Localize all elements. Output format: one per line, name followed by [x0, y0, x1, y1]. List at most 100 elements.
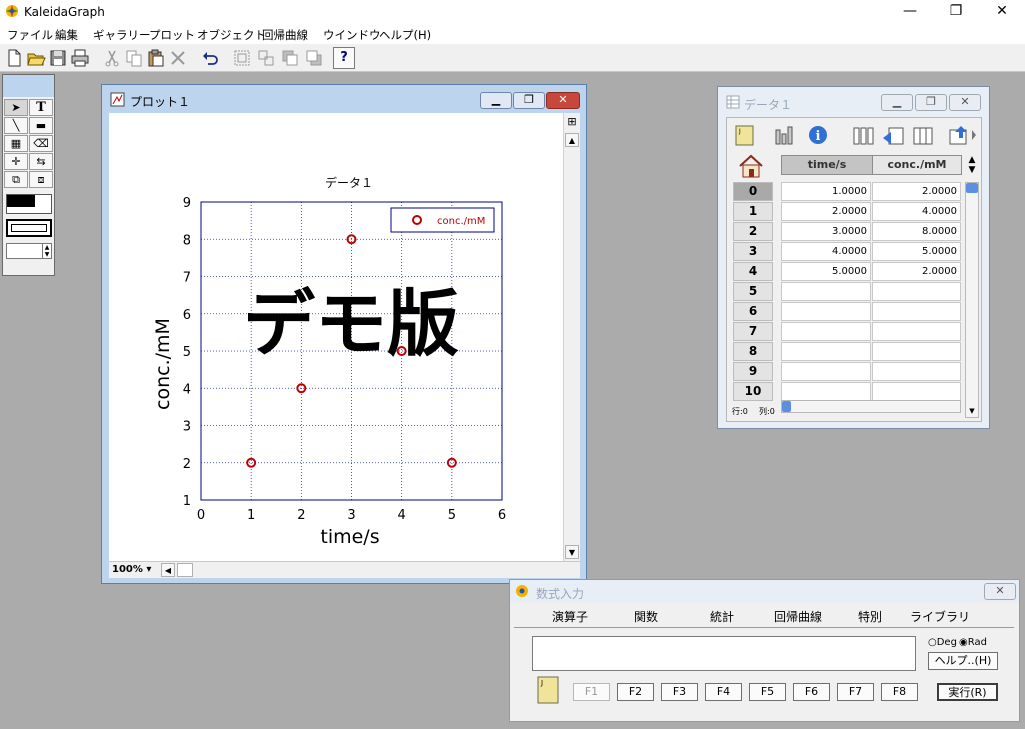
minimize-button[interactable]: —	[887, 0, 933, 24]
text-tool-icon[interactable]: T	[29, 99, 53, 116]
tab-library[interactable]: ライブラリ	[910, 608, 970, 625]
radio-rad[interactable]: ◉Rad	[959, 637, 987, 648]
eraser-tool-icon[interactable]: ⌫	[29, 135, 53, 152]
notepad-icon[interactable]: J	[735, 124, 755, 146]
f4-button[interactable]: F4	[705, 683, 742, 701]
shrink-tool-icon[interactable]: ⧈	[29, 171, 53, 188]
cut-icon[interactable]	[101, 47, 123, 69]
row-index[interactable]: 5	[733, 282, 773, 301]
menu-gallery[interactable]: ギャラリー	[93, 27, 151, 43]
cell-conc[interactable]	[872, 322, 961, 341]
data-selector-tool-icon[interactable]: ⇆	[29, 153, 53, 170]
f3-button[interactable]: F3	[661, 683, 698, 701]
plot-canvas[interactable]: データ１ 0123456 123456789 time/s conc./mM c…	[109, 113, 563, 561]
row-index[interactable]: 0	[733, 182, 773, 201]
scroll-down-arrow[interactable]: ▼	[565, 545, 579, 559]
cell-conc[interactable]	[872, 342, 961, 361]
new-file-icon[interactable]	[3, 47, 25, 69]
cell-time[interactable]	[781, 382, 871, 401]
data-point[interactable]	[246, 457, 257, 468]
tab-functions[interactable]: 関数	[634, 608, 658, 625]
formula-help-button[interactable]: ヘルプ..(H)	[928, 652, 998, 670]
info-icon[interactable]: i	[807, 124, 829, 146]
row-index[interactable]: 3	[733, 242, 773, 261]
expand-tool-icon[interactable]: ⧉	[4, 171, 28, 188]
row-index[interactable]: 7	[733, 322, 773, 341]
cell-time[interactable]: 1.0000	[781, 182, 871, 201]
color-swatch[interactable]	[6, 194, 52, 214]
data-vertical-scrollbar[interactable]: ▼	[965, 182, 979, 418]
help-button[interactable]: ?	[333, 47, 355, 69]
f8-button[interactable]: F8	[881, 683, 918, 701]
data-close-button[interactable]: ✕	[949, 94, 981, 111]
scroll-thumb[interactable]	[177, 563, 193, 577]
menu-curve-fit[interactable]: 回帰曲線	[262, 27, 308, 43]
f6-button[interactable]: F6	[793, 683, 830, 701]
row-index[interactable]: 4	[733, 262, 773, 281]
scroll-up-arrow[interactable]: ▲	[565, 133, 579, 147]
row-index[interactable]: 8	[733, 342, 773, 361]
print-icon[interactable]	[69, 47, 91, 69]
column-header-time[interactable]: time/s	[781, 155, 873, 175]
f2-button[interactable]: F2	[617, 683, 654, 701]
tab-statistics[interactable]: 統計	[710, 608, 734, 625]
cell-time[interactable]: 4.0000	[781, 242, 871, 261]
crosshair-tool-icon[interactable]: ✛	[4, 153, 28, 170]
border-style-selector[interactable]	[6, 219, 52, 237]
cell-conc[interactable]	[872, 302, 961, 321]
menu-edit[interactable]: 編集	[55, 27, 78, 43]
formula-close-button[interactable]: ✕	[984, 583, 1016, 600]
paste-icon[interactable]	[145, 47, 167, 69]
delete-icon[interactable]	[167, 47, 189, 69]
tool-palette-titlebar[interactable]	[3, 75, 54, 97]
cell-conc[interactable]: 2.0000	[872, 262, 961, 281]
save-icon[interactable]	[47, 47, 69, 69]
menu-window[interactable]: ウインドウ	[323, 27, 381, 43]
plot-close-button[interactable]: ✕	[546, 92, 580, 109]
plot-vertical-scrollbar[interactable]: ⊞ ▲ ▼	[563, 113, 580, 561]
line-tool-icon[interactable]: ╲	[4, 117, 28, 134]
ungroup-icon[interactable]	[255, 47, 277, 69]
rectangle-tool-icon[interactable]: ▬	[29, 117, 53, 134]
cell-conc[interactable]	[872, 382, 961, 401]
home-icon[interactable]	[737, 154, 765, 178]
data-minimize-button[interactable]: ▁	[881, 94, 913, 111]
line-width-stepper[interactable]: ▲ ▼	[6, 243, 52, 259]
cell-conc[interactable]: 4.0000	[872, 202, 961, 221]
data-scroll-thumb[interactable]	[966, 183, 978, 193]
send-to-back-icon[interactable]	[303, 47, 325, 69]
cell-time[interactable]: 5.0000	[781, 262, 871, 281]
cell-time[interactable]	[781, 282, 871, 301]
column-format-icon[interactable]	[773, 124, 797, 146]
cell-conc[interactable]	[872, 362, 961, 381]
tab-operators[interactable]: 演算子	[552, 608, 588, 625]
delete-column-icon[interactable]	[911, 124, 935, 146]
radio-deg[interactable]: ○Deg	[928, 637, 957, 648]
formula-notepad-icon[interactable]: J	[536, 675, 560, 705]
scroll-left-arrow[interactable]: ◀	[161, 563, 175, 577]
f5-button[interactable]: F5	[749, 683, 786, 701]
cell-time[interactable]	[781, 322, 871, 341]
data-scroll-down-arrow[interactable]: ▼	[966, 405, 978, 417]
plot-minimize-button[interactable]: ▁	[480, 92, 512, 109]
legend[interactable]: conc./mM	[390, 207, 495, 233]
row-index[interactable]: 2	[733, 222, 773, 241]
tab-curve-fit[interactable]: 回帰曲線	[774, 608, 822, 625]
zoom-dropdown[interactable]: 100% ▾	[112, 563, 162, 577]
table-tool-icon[interactable]: ▦	[4, 135, 28, 152]
copy-icon[interactable]	[123, 47, 145, 69]
open-folder-icon[interactable]	[25, 47, 47, 69]
data-restore-button[interactable]: ❐	[915, 94, 947, 111]
maximize-button[interactable]: ❐	[933, 0, 979, 24]
menu-file[interactable]: ファイル	[7, 27, 53, 43]
move-left-icon[interactable]	[881, 124, 905, 146]
group-icon[interactable]	[231, 47, 253, 69]
layout-toggle-icon[interactable]: ⊞	[565, 115, 579, 129]
bring-to-front-icon[interactable]	[279, 47, 301, 69]
cell-time[interactable]: 3.0000	[781, 222, 871, 241]
data-hscroll-thumb[interactable]	[782, 401, 791, 412]
cell-conc[interactable]: 5.0000	[872, 242, 961, 261]
cell-time[interactable]	[781, 342, 871, 361]
row-index[interactable]: 9	[733, 362, 773, 381]
menu-help[interactable]: ヘルプ(H)	[379, 27, 431, 43]
